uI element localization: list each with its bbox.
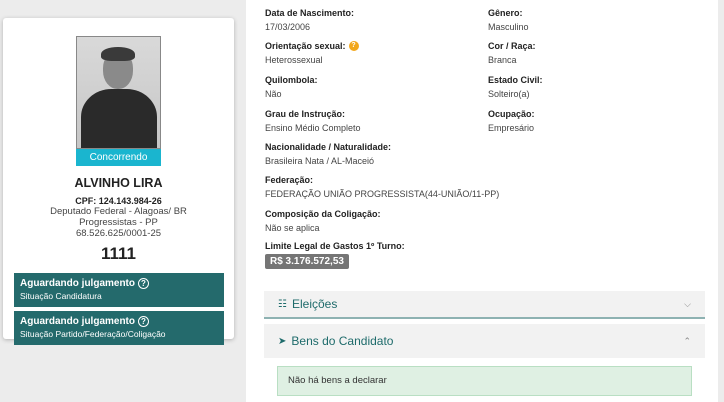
field-label: Data de Nascimento: [265,8,355,18]
field-limite: Limite Legal de Gastos 1º Turno: [265,241,405,251]
field-label: Composição da Coligação: [265,209,381,219]
help-icon[interactable]: ? [138,316,149,327]
spending-limit-badge: R$ 3.176.572,53 [265,254,349,269]
field-label: Orientação sexual: ? [265,41,359,51]
candidate-number: 1111 [100,244,136,263]
field-value: Não [265,89,282,99]
accordion-bens: ➤ Bens do Candidato ⌃ Não há bens a decl… [264,324,705,402]
field-label: Quilombola: [265,75,318,85]
sitemap-icon: ☷ [278,298,287,310]
field-label: Estado Civil: [488,75,543,85]
no-assets-alert: Não há bens a declarar [277,366,692,396]
field-label: Grau de Instrução: [265,109,346,119]
candidate-card: Concorrendo ALVINHO LIRA CPF: 124.143.98… [3,18,234,345]
field-label: Cor / Raça: [488,41,536,51]
candidate-cnpj: 68.526.625/0001-25 [75,228,162,239]
candidate-name: ALVINHO LIRA [74,176,163,190]
field-ocupacao: Ocupação: Empresário [488,109,535,133]
field-nascimento: Data de Nascimento: 17/03/2006 [265,8,354,32]
field-label: Federação: [265,175,314,185]
chevron-up-icon: ⌃ [683,335,691,346]
candidate-cpf: CPF: 124.143.984-26 [75,196,162,206]
field-value: Solteiro(a) [488,89,530,99]
accordion-bens-header[interactable]: ➤ Bens do Candidato ⌃ [264,324,705,358]
field-orientacao: Orientação sexual: ? Heterossexual [265,41,359,65]
field-cor: Cor / Raça: Branca [488,41,536,65]
candidate-cargo: Deputado Federal - Alagoas/ BR [50,206,187,217]
field-label: Gênero: [488,8,523,18]
chevron-down-icon: ⌵ [684,298,691,309]
field-federacao: Federação: FEDERAÇÃO UNIÃO PROGRESSISTA(… [265,175,499,199]
status-photo-label: Concorrendo [76,149,161,166]
field-label: Ocupação: [488,109,535,119]
field-value: 17/03/2006 [265,22,311,32]
status-title: Aguardando julgamento [20,316,135,327]
field-value: Masculino [488,22,529,32]
field-estado-civil: Estado Civil: Solteiro(a) [488,75,543,99]
field-value: Ensino Médio Completo [265,123,361,133]
status-subtitle: Situação Candidatura [20,291,102,301]
candidate-photo [76,36,161,149]
field-label: Nacionalidade / Naturalidade: [265,142,392,152]
field-value: Branca [488,55,517,65]
status-title: Aguardando julgamento [20,278,135,289]
status-subtitle: Situação Partido/Federação/Coligação [20,329,166,339]
field-instrucao: Grau de Instrução: Ensino Médio Completo [265,109,361,133]
accordion-title: Eleições [291,297,338,311]
accordion-eleicoes[interactable]: ☷ Eleições ⌵ [264,291,705,319]
field-value: FEDERAÇÃO UNIÃO PROGRESSISTA(44-UNIÃO/11… [265,189,500,199]
details-panel: Data de Nascimento: 17/03/2006 Gênero: M… [246,0,718,402]
field-quilombola: Quilombola: Não [265,75,318,99]
field-coligacao: Composição da Coligação: Não se aplica [265,209,381,233]
field-label: Limite Legal de Gastos 1º Turno: [265,241,405,251]
help-icon[interactable]: ? [138,278,149,289]
field-label-text: Orientação sexual: [265,41,346,51]
info-icon[interactable]: ? [348,41,359,51]
field-value: Não se aplica [265,223,320,233]
field-genero: Gênero: Masculino [488,8,529,32]
accordion-title: Bens do Candidato [291,334,394,348]
field-value: Heterossexual [265,55,323,65]
field-nacionalidade: Nacionalidade / Naturalidade: Brasileira… [265,142,391,166]
status-candidatura: Aguardando julgamento ? Situação Candida… [14,273,224,307]
rocket-icon: ➤ [278,335,287,347]
field-value: Empresário [488,123,535,133]
field-value: Brasileira Nata / AL-Maceió [265,156,375,166]
status-partido: Aguardando julgamento ? Situação Partido… [14,311,224,345]
candidate-partido: Progressistas - PP [79,217,158,228]
